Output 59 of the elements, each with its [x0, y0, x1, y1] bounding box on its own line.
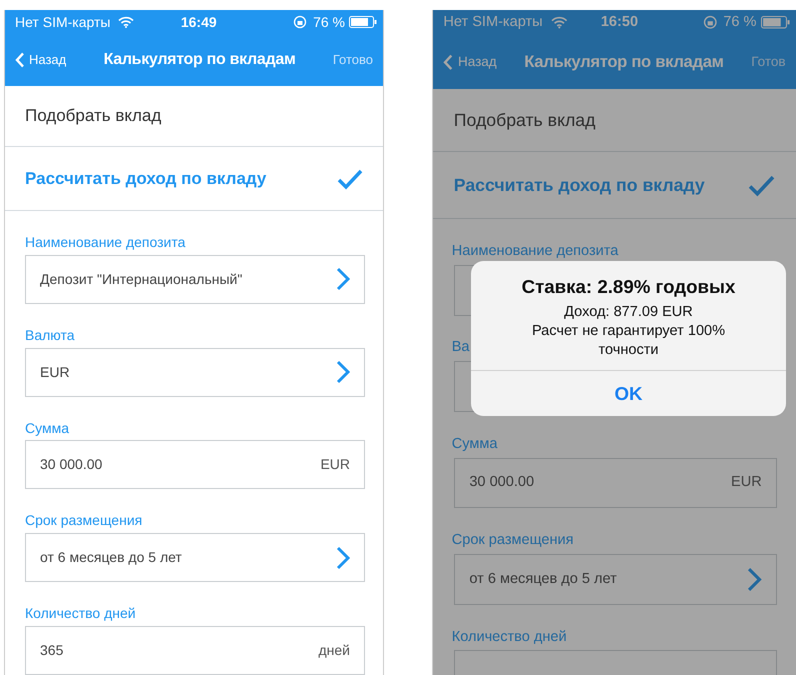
alert-message: Расчет не гарантирует 100% точности: [530, 322, 726, 360]
battery-icon: [348, 16, 377, 28]
battery-icon: [760, 16, 790, 29]
screen-title: Калькулятор по вкладам: [102, 50, 297, 70]
mode-label: Подобрать вклад: [25, 105, 162, 128]
field-value: от 6 месяцев до 5 лет: [469, 570, 617, 589]
checkmark-icon: [337, 168, 363, 190]
input-field[interactable]: 30 000.00 EUR: [454, 458, 778, 508]
rotation-lock-icon: [293, 15, 308, 29]
field-label: Ва: [452, 339, 470, 357]
wifi-icon: [550, 16, 568, 29]
back-chevron-icon: [443, 54, 454, 70]
field-label: Количество дней: [452, 628, 567, 646]
field-value: от 6 месяцев до 5 лет: [40, 548, 182, 568]
back-button[interactable]: Назад: [443, 52, 497, 72]
field-label: Срок размещения: [452, 532, 574, 550]
field-value: 30 000.00: [40, 455, 102, 474]
field-label: Наименование депозита: [25, 234, 186, 251]
field-value: Депозит "Интернациональный": [40, 270, 242, 289]
field-label: Количество дней: [25, 605, 136, 622]
select-field[interactable]: Депозит "Интернациональный": [25, 254, 365, 304]
chevron-right-icon: [336, 546, 350, 570]
rotation-lock-icon: [702, 15, 718, 30]
select-field[interactable]: от 6 месяцев до 5 лет: [454, 554, 778, 605]
mode-label: Подобрать вклад: [454, 108, 596, 132]
unit-text: EUR: [731, 473, 762, 492]
back-chevron-icon: [15, 52, 25, 68]
input-field[interactable]: 365 дней: [25, 626, 365, 675]
status-time: 16:49: [180, 12, 218, 32]
field-label: Сумма: [452, 436, 498, 454]
field-label: Наименование депозита: [452, 242, 618, 260]
battery-text: 76 %: [723, 12, 756, 32]
field-label: Валюта: [25, 326, 75, 344]
chevron-right-icon: [336, 267, 350, 292]
mode-label: Рассчитать доход по вкладу: [25, 168, 266, 190]
input-field[interactable]: 30 000.00 EUR: [25, 440, 365, 490]
wifi-icon: [118, 16, 134, 28]
chevron-right-icon: [336, 360, 350, 384]
ok-button[interactable]: OK: [471, 370, 786, 416]
alert-title: Ставка: 2.89% годовых: [520, 275, 736, 300]
field-label: Срок размещения: [25, 512, 142, 530]
battery-text: 76 %: [313, 12, 345, 32]
alert-message: Доход: 877.09 EUR: [563, 303, 694, 322]
chevron-right-icon: [747, 567, 762, 592]
select-field[interactable]: EUR: [25, 348, 365, 397]
back-button[interactable]: Назад: [15, 50, 66, 70]
status-time: 16:50: [600, 12, 640, 32]
carrier-text: Нет SIM-карты: [15, 12, 110, 32]
checkmark-icon: [748, 174, 776, 197]
field-label: Сумма: [25, 420, 69, 436]
carrier-text: Нет SIM-карты: [443, 12, 543, 32]
select-field[interactable]: от 6 месяцев до 5 лет: [25, 533, 365, 582]
field-value: EUR: [40, 362, 70, 382]
field-value: 30 000.00: [469, 473, 534, 492]
screen-title: Калькулятор по вкладам: [523, 50, 725, 73]
mode-label: Рассчитать доход по вкладу: [454, 174, 705, 197]
field-value: 365: [40, 640, 64, 660]
unit-text: дней: [318, 640, 350, 660]
unit-text: EUR: [320, 455, 350, 474]
